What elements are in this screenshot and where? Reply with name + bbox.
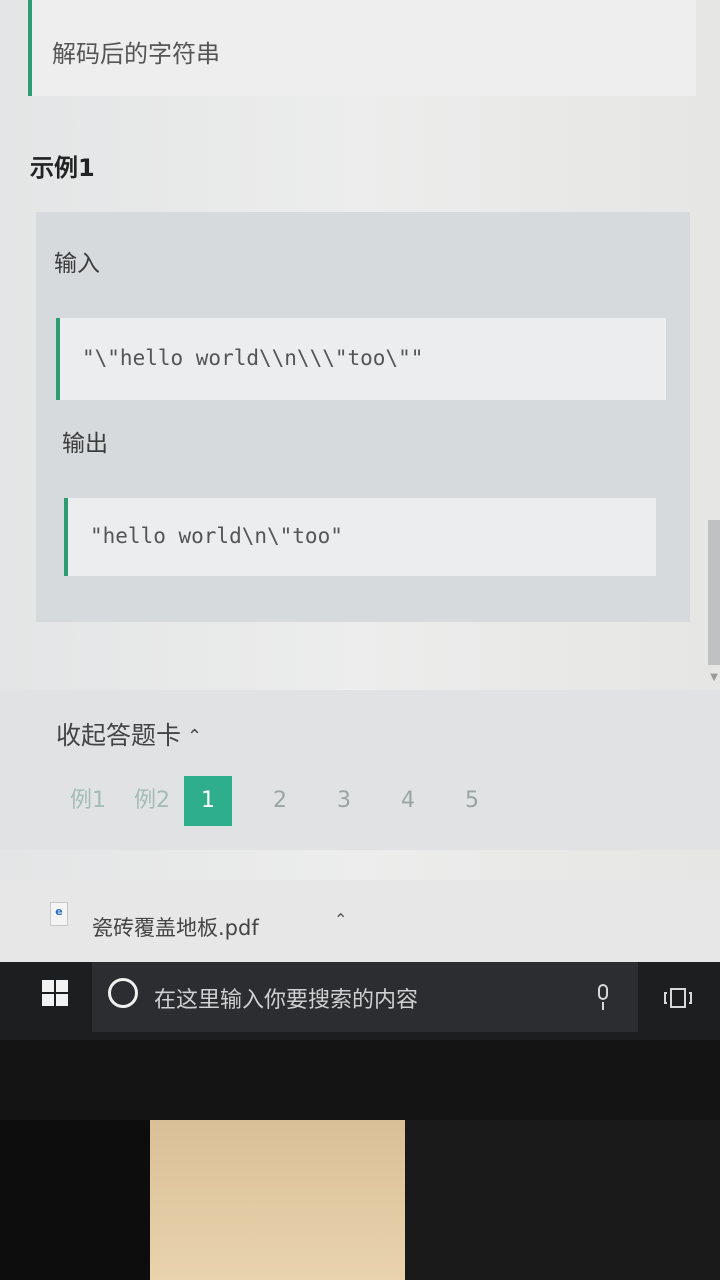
download-shelf: e 瓷砖覆盖地板.pdf ⌃ [0, 880, 720, 970]
cortana-circle-icon[interactable] [108, 978, 138, 1008]
chevron-up-icon: ⌃ [187, 725, 203, 747]
input-code-text: "\"hello world\\n\\\"too\"" [82, 346, 424, 370]
answer-card-pager: 例1 例2 1 2 3 4 5 [56, 776, 504, 826]
pager-question-3[interactable]: 3 [312, 776, 376, 826]
output-code-block: "hello world\n\"too" [64, 498, 656, 576]
collapse-answer-card-label: 收起答题卡 [56, 721, 182, 750]
input-label: 输入 [54, 251, 100, 277]
output-code-text: "hello world\n\"too" [90, 524, 343, 548]
chevron-up-icon[interactable]: ⌃ [334, 910, 347, 929]
windows-logo-icon[interactable] [42, 980, 68, 1006]
output-label: 输出 [62, 431, 108, 457]
collapse-answer-card-button[interactable]: 收起答题卡 ⌃ [56, 716, 202, 752]
pager-example-2[interactable]: 例2 [120, 776, 184, 826]
example-title: 示例1 [30, 154, 95, 182]
pdf-file-icon: e [50, 902, 68, 926]
pager-question-1[interactable]: 1 [184, 776, 232, 826]
task-view-icon[interactable] [664, 988, 692, 1008]
page-scrollbar[interactable] [708, 520, 720, 665]
download-file-name[interactable]: 瓷砖覆盖地板.pdf [92, 912, 259, 942]
taskbar-search-box[interactable]: 在这里输入你要搜索的内容 [92, 962, 638, 1032]
input-code-block: "\"hello world\\n\\\"too\"" [56, 318, 666, 400]
pager-question-4[interactable]: 4 [376, 776, 440, 826]
pager-question-5[interactable]: 5 [440, 776, 504, 826]
search-placeholder-text: 在这里输入你要搜索的内容 [154, 988, 419, 1013]
scroll-down-arrow-icon[interactable]: ▼ [710, 672, 718, 683]
desk-paper [150, 1120, 405, 1280]
monitor-bezel [0, 1040, 720, 1120]
monitor-screen: 解码后的字符串 示例1 输入 "\"hello world\\n\\\"too\… [0, 0, 720, 1040]
desk-surface [405, 1120, 720, 1280]
pager-example-1[interactable]: 例1 [56, 776, 120, 826]
example-card: 输入 "\"hello world\\n\\\"too\"" 输出 "hello… [36, 212, 690, 622]
pager-question-2[interactable]: 2 [248, 776, 312, 826]
output-description-text: 解码后的字符串 [52, 40, 220, 68]
microphone-icon[interactable] [596, 984, 610, 1012]
answer-card-panel: 收起答题卡 ⌃ 例1 例2 1 2 3 4 5 [0, 690, 720, 850]
output-description-quote: 解码后的字符串 [28, 0, 696, 96]
windows-taskbar: 在这里输入你要搜索的内容 [0, 962, 720, 1040]
